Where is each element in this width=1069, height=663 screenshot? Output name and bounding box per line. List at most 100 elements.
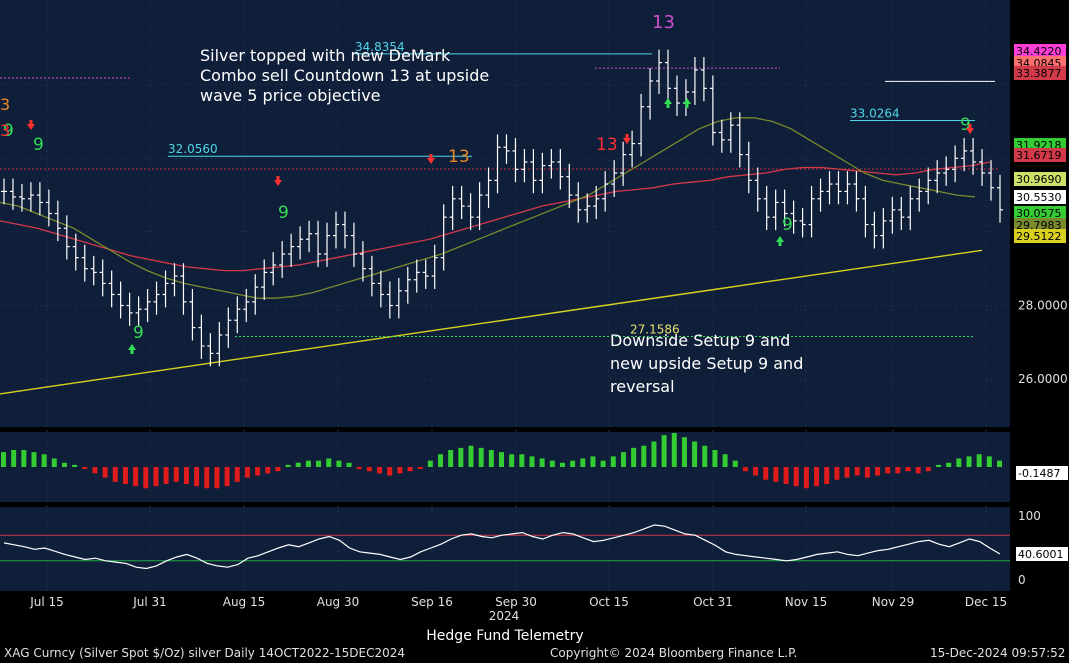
histogram-bar xyxy=(671,433,677,467)
histogram-bar xyxy=(620,452,626,467)
histogram-bar xyxy=(580,458,586,467)
histogram-bar xyxy=(122,467,128,484)
setup-count: 3 xyxy=(0,121,10,140)
histogram-bar xyxy=(925,467,931,472)
histogram-bar xyxy=(427,460,433,467)
histogram-bar xyxy=(275,467,281,472)
x-tick-label: Sep 16 xyxy=(411,595,453,609)
histogram-bar xyxy=(875,467,881,476)
histogram-bar xyxy=(448,450,454,467)
histogram-bar xyxy=(234,467,240,482)
histogram-bar xyxy=(539,458,545,467)
histogram-bar xyxy=(793,467,799,487)
histogram-bar xyxy=(11,450,17,467)
histogram-bar xyxy=(722,454,728,467)
price-label: 29.5122 xyxy=(1016,230,1062,243)
x-tick-label: Nov 15 xyxy=(785,595,828,609)
histogram-bar xyxy=(224,467,230,487)
price-label: 30.5530 xyxy=(1016,191,1062,204)
histogram-bar xyxy=(509,454,515,467)
histogram-bar xyxy=(133,467,139,487)
histogram-bar xyxy=(1,452,6,467)
histogram-bar xyxy=(295,462,301,467)
histogram-bar xyxy=(570,460,576,467)
x-year-label: 2024 xyxy=(489,609,520,623)
attribution-label: Hedge Fund Telemetry xyxy=(426,628,583,644)
histogram-bar xyxy=(488,450,494,467)
histogram-bar xyxy=(997,460,1002,467)
histogram-bar xyxy=(590,456,596,467)
histogram-bar xyxy=(163,467,169,484)
histogram-bar xyxy=(905,467,911,472)
histogram-bar xyxy=(661,435,667,467)
histogram-bar xyxy=(51,458,57,467)
histogram-label: -0.1487 xyxy=(1018,467,1060,480)
histogram-bar xyxy=(814,467,820,487)
histogram-bar xyxy=(244,467,250,478)
histogram-bar xyxy=(559,462,565,467)
histogram-bar xyxy=(153,467,159,487)
x-tick-label: Oct 15 xyxy=(589,595,629,609)
histogram-bar xyxy=(438,454,444,467)
x-tick-label: Nov 29 xyxy=(872,595,915,609)
annotation-text: Combo sell Countdown 13 at upside xyxy=(200,66,489,85)
x-tick-label: Jul 31 xyxy=(132,595,167,609)
histogram-bar xyxy=(702,445,708,467)
price-label: 33.3877 xyxy=(1016,67,1062,80)
histogram-bar xyxy=(143,467,149,489)
histogram-bar xyxy=(61,462,67,467)
histogram-bar xyxy=(549,460,555,467)
setup-count: 13 xyxy=(596,135,618,155)
x-tick-label: Aug 30 xyxy=(317,595,360,609)
annotation-text: new upside Setup 9 and xyxy=(610,354,803,373)
x-tick-label: Dec 15 xyxy=(965,595,1007,609)
setup-count: 13 xyxy=(448,147,470,167)
histogram-bar xyxy=(316,460,322,467)
price-panel xyxy=(0,0,1010,427)
x-tick-label: Jul 15 xyxy=(29,595,64,609)
tdst-label: 33.0264 xyxy=(850,107,900,121)
histogram-bar xyxy=(681,437,687,467)
setup-count: 9 xyxy=(33,135,44,155)
price-label: 31.6719 xyxy=(1016,149,1062,162)
histogram-bar xyxy=(387,467,393,476)
annotation-text: Downside Setup 9 and xyxy=(610,331,790,350)
histogram-bar xyxy=(773,467,779,482)
histogram-bar xyxy=(397,467,403,474)
histogram-bar xyxy=(753,467,759,476)
histogram-bar xyxy=(864,467,870,478)
histogram-bar xyxy=(976,454,982,467)
histogram-bar xyxy=(742,467,748,472)
oscillator-panel xyxy=(0,507,1010,591)
y-tick-label: 26.0000 xyxy=(1018,372,1068,386)
histogram-bar xyxy=(712,450,718,467)
setup-count: 9 xyxy=(133,323,144,343)
setup-count: 9 xyxy=(782,215,793,235)
histogram-bar xyxy=(631,447,637,467)
footer-timestamp: 15-Dec-2024 09:57:52 xyxy=(930,646,1066,660)
silver-chart: 34.835433.026432.056027.1586 99999913131… xyxy=(0,0,1069,663)
histogram-bar xyxy=(915,467,921,474)
histogram-bar xyxy=(265,467,271,474)
histogram-bar xyxy=(285,464,291,467)
annotation-text: reversal xyxy=(610,377,675,396)
histogram-bar xyxy=(356,467,362,470)
histogram-bar xyxy=(112,467,118,482)
price-label: 30.9690 xyxy=(1016,173,1062,186)
histogram-bar xyxy=(173,467,179,482)
footer: XAG Curncy (Silver Spot $/Oz) silver Dai… xyxy=(0,643,1069,663)
histogram-bar xyxy=(458,447,464,467)
histogram-bar xyxy=(844,467,850,478)
setup-count: 9 xyxy=(278,203,289,223)
x-tick-label: Sep 30 xyxy=(495,595,537,609)
histogram-bar xyxy=(854,467,860,476)
x-tick-label: Aug 15 xyxy=(223,595,266,609)
histogram-bar xyxy=(834,467,840,480)
histogram-bar xyxy=(641,445,647,467)
histogram-bar xyxy=(41,454,47,467)
histogram-bar xyxy=(417,467,423,470)
histogram-bar xyxy=(783,467,789,484)
histogram-bar xyxy=(936,464,942,467)
histogram-bar xyxy=(305,460,311,467)
x-tick-label: Oct 31 xyxy=(693,595,733,609)
